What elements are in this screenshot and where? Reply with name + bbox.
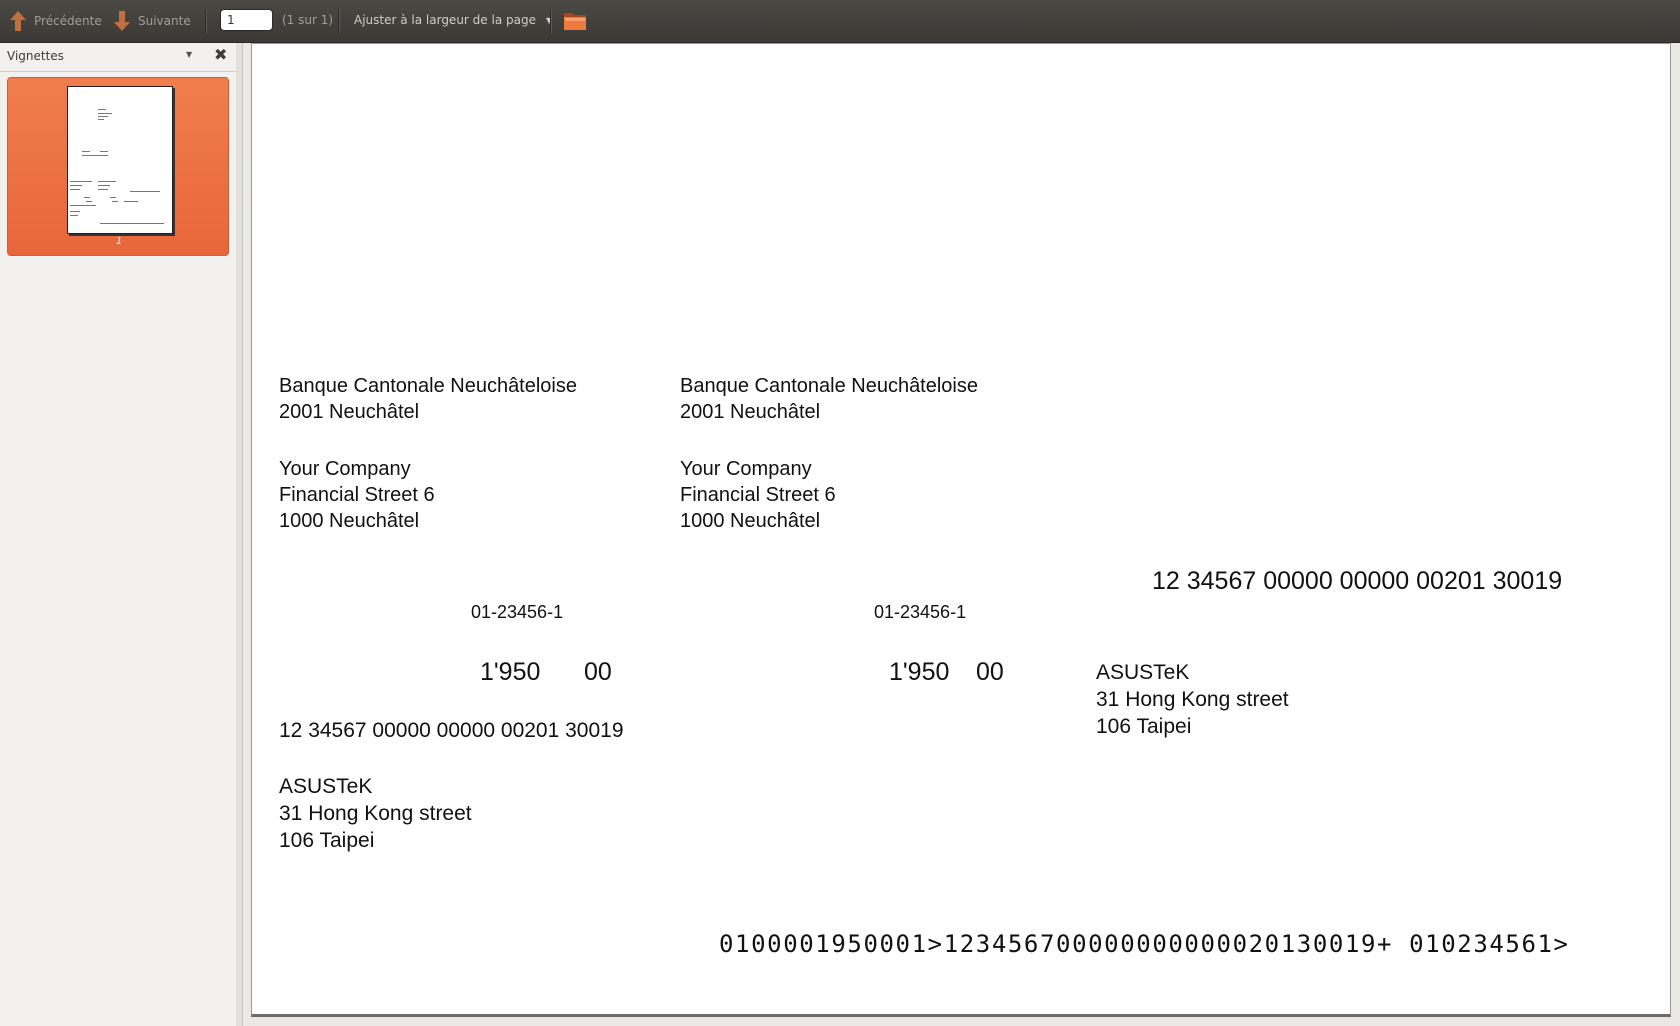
toolbar-separator [338, 9, 340, 33]
payment-payee-name: Your Company [680, 458, 812, 480]
sidebar: Vignettes ▼ ✖ 1 [0, 43, 237, 1026]
page-count: (1 sur 1) [282, 13, 334, 27]
payment-bank-address: Banque Cantonale Neuchâteloise 2001 Neuc… [680, 373, 978, 425]
receipt-payer-street: 31 Hong Kong street [279, 802, 472, 825]
receipt-bank-name: Banque Cantonale Neuchâteloise [279, 375, 577, 397]
sidebar-mode-dropdown-icon[interactable]: ▼ [186, 50, 192, 59]
document-viewer[interactable]: Banque Cantonale Neuchâteloise 2001 Neuc… [243, 43, 1680, 1026]
previous-label: Précédente [34, 14, 102, 28]
arrow-up-icon [10, 11, 26, 31]
toolbar-separator [550, 9, 552, 33]
receipt-reference: 12 34567 00000 00000 00201 30019 [279, 719, 624, 742]
receipt-payer-name: ASUSTeK [279, 775, 373, 798]
arrow-down-icon [114, 11, 130, 31]
receipt-payer-address: ASUSTeK 31 Hong Kong street 106 Taipei [279, 773, 472, 854]
sidebar-title: Vignettes [7, 49, 64, 63]
receipt-payee-city: 1000 Neuchâtel [279, 510, 420, 532]
payment-payer-name: ASUSTeK [1096, 661, 1190, 684]
previous-button[interactable]: Précédente [8, 7, 102, 35]
payment-payee-city: 1000 Neuchâtel [680, 510, 821, 532]
thumbnail-label: 1 [115, 236, 123, 247]
page-number-input[interactable] [220, 9, 273, 31]
payment-bank-name: Banque Cantonale Neuchâteloise [680, 375, 978, 397]
ocr-coding-line: 0100001950001>12345670000000000002013001… [719, 930, 1570, 958]
document-page: Banque Cantonale Neuchâteloise 2001 Neuc… [251, 43, 1671, 1017]
next-label: Suivante [138, 14, 191, 28]
payment-payee-address: Your Company Financial Street 6 1000 Neu… [680, 456, 836, 534]
receipt-payee-street: Financial Street 6 [279, 484, 435, 506]
receipt-amount-cents: 00 [584, 658, 612, 686]
close-icon[interactable]: ✖ [214, 45, 227, 64]
payment-payer-street: 31 Hong Kong street [1096, 688, 1289, 711]
sidebar-resize-handle[interactable] [236, 43, 243, 1026]
receipt-payee-name: Your Company [279, 458, 411, 480]
zoom-label: Ajuster à la largeur de la page [354, 13, 536, 27]
payment-payee-street: Financial Street 6 [680, 484, 836, 506]
folder-icon [564, 13, 586, 30]
receipt-account: 01-23456-1 [471, 602, 564, 622]
payment-account: 01-23456-1 [874, 602, 967, 622]
payment-amount-cents: 00 [976, 658, 1004, 686]
open-file-button[interactable] [562, 9, 588, 33]
zoom-select[interactable]: Ajuster à la largeur de la page ▼ [346, 8, 560, 32]
thumbnail-page-1[interactable]: 1 [7, 77, 229, 256]
receipt-bank-city: 2001 Neuchâtel [279, 401, 420, 423]
sidebar-header: Vignettes ▼ ✖ [0, 43, 236, 72]
receipt-bank-address: Banque Cantonale Neuchâteloise 2001 Neuc… [279, 373, 577, 425]
next-button[interactable]: Suivante [112, 7, 191, 35]
payment-bank-city: 2001 Neuchâtel [680, 401, 821, 423]
receipt-amount-francs: 1'950 [480, 658, 541, 686]
payment-payer-address: ASUSTeK 31 Hong Kong street 106 Taipei [1096, 659, 1289, 740]
payment-reference: 12 34567 00000 00000 00201 30019 [1152, 567, 1563, 595]
receipt-payer-city: 106 Taipei [279, 829, 375, 852]
receipt-payee-address: Your Company Financial Street 6 1000 Neu… [279, 456, 435, 534]
payment-payer-city: 106 Taipei [1096, 715, 1192, 738]
page-thumbnail [67, 86, 173, 234]
toolbar: Précédente Suivante (1 sur 1) Ajuster à … [0, 0, 1680, 43]
payment-amount-francs: 1'950 [889, 658, 950, 686]
toolbar-separator [205, 9, 207, 33]
